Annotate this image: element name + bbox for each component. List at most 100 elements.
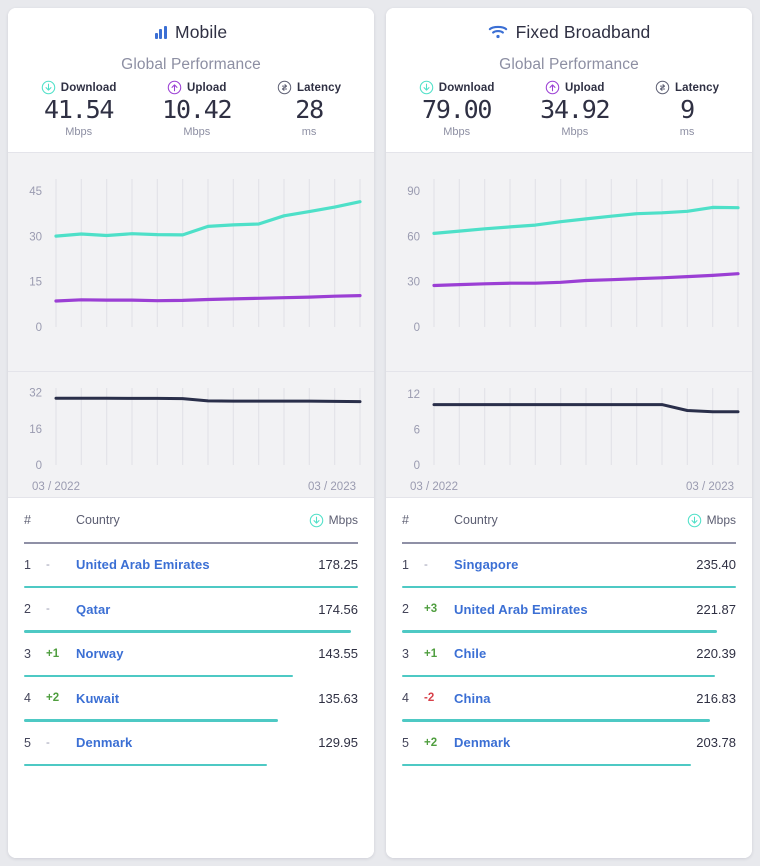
row-change: - [46, 559, 76, 571]
row-rank: 4 [402, 691, 424, 705]
row-change: - [46, 737, 76, 749]
metric-name: Download [61, 82, 117, 94]
latency-chart-container: 0612 03 / 2022 03 / 2023 [386, 372, 752, 497]
dashboard: Mobile Global Performance Download 41.54… [0, 0, 760, 866]
metric-name: Latency [675, 82, 719, 94]
row-value-bar [402, 764, 691, 767]
panel-subtitle: Global Performance [386, 56, 752, 74]
latency-line-chart: 01632 [8, 372, 374, 497]
row-country-link[interactable]: Norway [76, 646, 318, 661]
row-value: 178.25 [318, 557, 358, 572]
panel-fixed-broadband: Fixed Broadband Global Performance Downl… [386, 8, 752, 858]
row-country-link[interactable]: United Arab Emirates [76, 557, 318, 572]
ranking-table: # Country Mbps 1 - United Arab Emirates … [8, 498, 374, 858]
table-row[interactable]: 2 - Qatar 174.56 [24, 588, 358, 630]
row-change: +2 [424, 737, 454, 749]
col-unit-label: Mbps [707, 513, 736, 527]
metric-unit: Mbps [183, 126, 210, 138]
download-arrow-icon [41, 80, 56, 95]
download-arrow-icon [687, 513, 702, 528]
row-country-link[interactable]: Denmark [76, 735, 318, 750]
panel-title-row: Mobile [8, 18, 374, 46]
metric-upload: Upload 34.92 Mbps [540, 80, 609, 138]
row-value: 216.83 [696, 691, 736, 706]
row-value: 203.78 [696, 735, 736, 750]
metric-name: Latency [297, 82, 341, 94]
col-country: Country [54, 513, 309, 527]
metric-name: Upload [565, 82, 605, 94]
row-rank: 5 [24, 736, 46, 750]
metric-name: Download [439, 82, 495, 94]
panel-subtitle: Global Performance [8, 56, 374, 74]
speed-line-chart: 0306090 [386, 153, 752, 371]
speed-chart-container: 0153045 [8, 153, 374, 371]
row-rank: 3 [402, 647, 424, 661]
row-country-link[interactable]: China [454, 691, 696, 706]
metric-upload: Upload 10.42 Mbps [162, 80, 231, 138]
row-value: 135.63 [318, 691, 358, 706]
table-row[interactable]: 3 +1 Norway 143.55 [24, 633, 358, 675]
metric-label-row: Download [419, 80, 495, 95]
table-row[interactable]: 4 +2 Kuwait 135.63 [24, 677, 358, 719]
svg-text:6: 6 [414, 425, 420, 437]
metric-label-row: Upload [167, 80, 227, 95]
metric-value: 28 [295, 97, 323, 122]
metric-value: 79.00 [422, 97, 491, 122]
table-row[interactable]: 5 +2 Denmark 203.78 [402, 722, 736, 764]
col-rank: # [24, 513, 54, 527]
table-row[interactable]: 1 - Singapore 235.40 [402, 544, 736, 586]
row-rank: 5 [402, 736, 424, 750]
latency-chart-container: 01632 03 / 2022 03 / 2023 [8, 372, 374, 497]
row-country-link[interactable]: Kuwait [76, 691, 318, 706]
table-row[interactable]: 4 -2 China 216.83 [402, 677, 736, 719]
metric-label-row: Upload [545, 80, 605, 95]
row-rank: 1 [24, 558, 46, 572]
table-row[interactable]: 3 +1 Chile 220.39 [402, 633, 736, 675]
metric-unit: Mbps [561, 126, 588, 138]
bar-chart-icon [155, 26, 167, 39]
svg-text:32: 32 [29, 388, 42, 400]
row-country-link[interactable]: United Arab Emirates [454, 602, 696, 617]
x-axis-end-label: 03 / 2023 [686, 481, 734, 493]
panel-header: Fixed Broadband Global Performance Downl… [386, 8, 752, 152]
row-value: 129.95 [318, 735, 358, 750]
row-country-link[interactable]: Chile [454, 646, 696, 661]
row-rank: 3 [24, 647, 46, 661]
table-header: # Country Mbps [24, 498, 358, 542]
svg-text:45: 45 [29, 186, 42, 198]
metric-value: 9 [680, 97, 694, 122]
panel-mobile: Mobile Global Performance Download 41.54… [8, 8, 374, 858]
svg-text:12: 12 [407, 389, 420, 401]
row-value: 220.39 [696, 646, 736, 661]
wifi-icon [488, 24, 508, 40]
row-value: 174.56 [318, 602, 358, 617]
metric-download: Download 41.54 Mbps [41, 80, 117, 138]
svg-text:90: 90 [407, 186, 420, 198]
table-row[interactable]: 1 - United Arab Emirates 178.25 [24, 544, 358, 586]
metrics-row: Download 41.54 Mbps Upload 10.42 Mbps La… [8, 80, 374, 142]
col-country: Country [432, 513, 687, 527]
metric-value: 34.92 [540, 97, 609, 122]
row-change: - [424, 559, 454, 571]
table-header: # Country Mbps [402, 498, 736, 542]
x-axis-start-label: 03 / 2022 [410, 481, 458, 493]
svg-text:0: 0 [36, 460, 42, 472]
row-country-link[interactable]: Singapore [454, 557, 696, 572]
metric-latency: Latency 28 ms [277, 80, 341, 138]
metric-value: 10.42 [162, 97, 231, 122]
row-country-link[interactable]: Denmark [454, 735, 696, 750]
metrics-row: Download 79.00 Mbps Upload 34.92 Mbps La… [386, 80, 752, 142]
row-value: 235.40 [696, 557, 736, 572]
latency-exchange-icon [655, 80, 670, 95]
upload-arrow-icon [545, 80, 560, 95]
table-row[interactable]: 5 - Denmark 129.95 [24, 722, 358, 764]
row-country-link[interactable]: Qatar [76, 602, 318, 617]
row-change: +1 [46, 648, 76, 660]
svg-text:30: 30 [29, 231, 42, 243]
download-arrow-icon [419, 80, 434, 95]
speed-chart-container: 0306090 [386, 153, 752, 371]
row-change: +3 [424, 603, 454, 615]
table-row[interactable]: 2 +3 United Arab Emirates 221.87 [402, 588, 736, 630]
row-value: 143.55 [318, 646, 358, 661]
svg-text:0: 0 [36, 322, 42, 334]
